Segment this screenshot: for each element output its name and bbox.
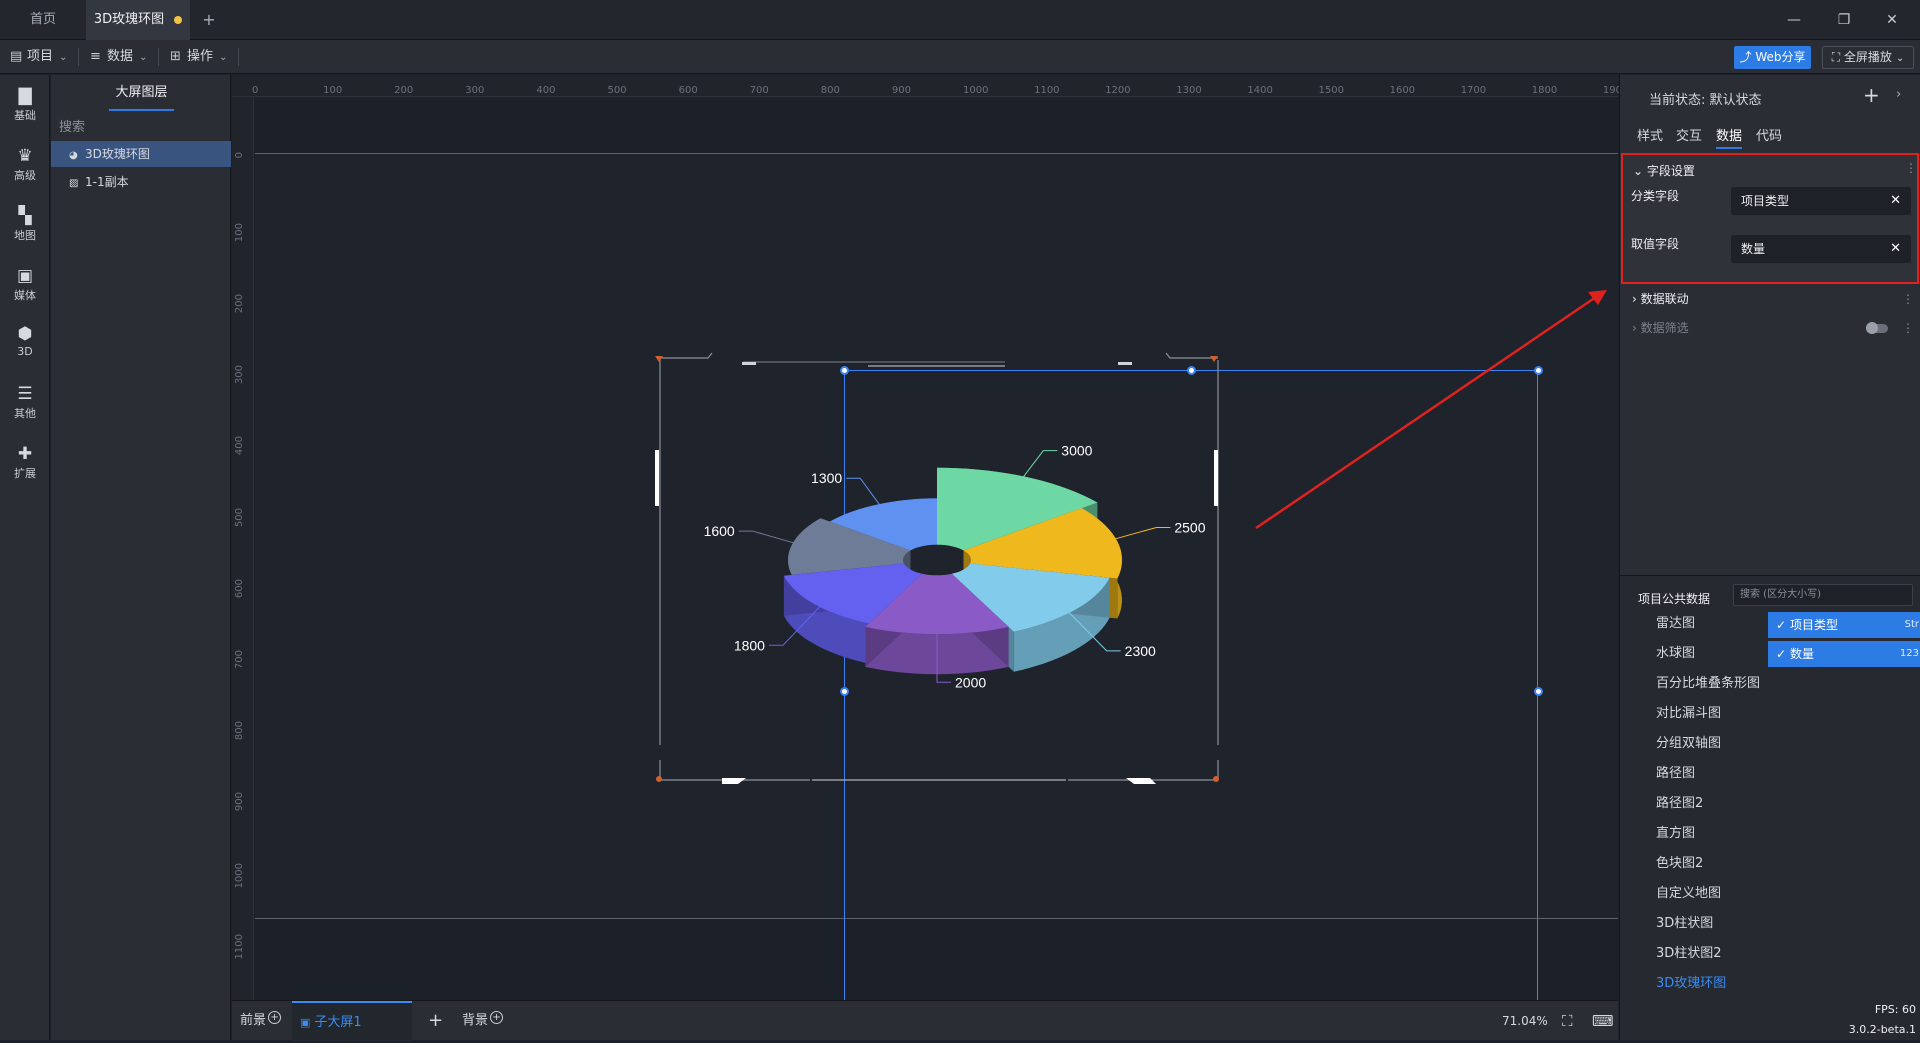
current-state-value: 默认状态 (1709, 93, 1762, 108)
value-field-label: 取值字段 (1631, 237, 1680, 251)
data-field-type: Str (1904, 619, 1919, 630)
data-filter-label: 数据筛选 (1640, 321, 1689, 335)
more-icon[interactable]: ⋮ (1902, 284, 1914, 314)
project-data-item[interactable]: 对比漏斗图 (1656, 702, 1721, 721)
category-field-label: 分类字段 (1631, 189, 1680, 203)
tab-style[interactable]: 样式 (1637, 125, 1663, 149)
check-icon: ✓ (1776, 647, 1787, 661)
data-field-type: 123 (1899, 648, 1919, 659)
foreground-label: 前景 (240, 1013, 267, 1028)
project-data-item[interactable]: 3D玫瑰环图 (1656, 972, 1726, 991)
current-state[interactable]: 当前状态: 默认状态 (1649, 89, 1762, 108)
tab-data[interactable]: 数据 (1716, 125, 1743, 149)
add-state-icon[interactable]: + (1863, 83, 1880, 107)
data-label: 1300 (811, 470, 842, 486)
chevron-right-icon: › (1632, 321, 1641, 335)
field-settings-title-label: 字段设置 (1646, 164, 1695, 178)
project-data-item[interactable]: 自定义地图 (1656, 882, 1721, 901)
project-data-item[interactable]: 路径图 (1656, 762, 1695, 781)
fps-counter: FPS: 60 (1874, 1003, 1916, 1016)
data-field-item[interactable]: ✓ 数量 123 (1768, 641, 1920, 667)
data-label: 3000 (1061, 443, 1092, 459)
project-data-item[interactable]: 水球图 (1656, 642, 1695, 661)
rose-ring-chart[interactable]: 3000 2500 2300 2000 1800 1600 1300 (704, 443, 1206, 691)
version-label: 3.0.2-beta.1 (1848, 1023, 1916, 1036)
data-label: 2000 (955, 674, 986, 690)
category-field-value: 项目类型 (1741, 194, 1790, 208)
data-label: 1800 (734, 637, 765, 653)
add-icon[interactable]: + (268, 1011, 282, 1024)
project-data-item[interactable]: 雷达图 (1656, 612, 1695, 631)
properties-panel: 当前状态: 默认状态 + › 样式 交互 数据 代码 ⌄ 字段设置 ⋮ 分类字段… (1619, 75, 1920, 1040)
data-label: 1600 (704, 523, 735, 539)
project-public-data: 项目公共数据 搜索 (区分大小写) 雷达图水球图百分比堆叠条形图 对比漏斗图分组双… (1620, 575, 1920, 1040)
field-settings-section: ⌄ 字段设置 ⋮ 分类字段 项目类型 ✕ 取值字段 数量 ✕ (1621, 153, 1919, 284)
zoom-level[interactable]: 71.04% (1502, 1001, 1548, 1041)
value-field-value: 数量 (1741, 242, 1766, 256)
field-settings-title[interactable]: ⌄ 字段设置 (1633, 162, 1695, 179)
decorative-frame (655, 352, 1219, 784)
background-tab[interactable]: 背景 + (462, 1001, 504, 1041)
keyboard-icon[interactable]: ⌨ (1592, 1001, 1614, 1041)
chevron-right-icon[interactable]: › (1896, 87, 1901, 102)
project-data-search-input[interactable]: 搜索 (区分大小写) (1733, 584, 1913, 606)
category-field-select[interactable]: 项目类型 ✕ (1731, 187, 1911, 215)
foreground-tab[interactable]: 前景 + (240, 1001, 282, 1041)
more-icon[interactable]: ⋮ (1905, 161, 1917, 175)
annotation-arrow (1255, 290, 1607, 530)
data-linkage-section[interactable]: › 数据联动 ⋮ (1620, 284, 1919, 314)
project-data-item[interactable]: 分组双轴图 (1656, 732, 1721, 751)
screen-tabs-bar: 前景 + ▣ 子大屏1 + 背景 + 71.04% ⛶ ⌨ (232, 1000, 1618, 1041)
clear-icon[interactable]: ✕ (1890, 235, 1901, 263)
project-data-title: 项目公共数据 (1638, 592, 1711, 606)
data-label: 2300 (1125, 643, 1156, 659)
background-label: 背景 (462, 1013, 489, 1028)
screen-icon: ▣ (300, 1016, 311, 1029)
subscreen-label: 子大屏1 (314, 1015, 362, 1030)
project-data-item[interactable]: 3D柱状图 (1656, 912, 1713, 931)
project-data-item[interactable]: 百分比堆叠条形图 (1656, 672, 1760, 691)
more-icon[interactable]: ⋮ (1902, 313, 1914, 343)
data-filter-section[interactable]: › 数据筛选 ⋮ (1620, 313, 1919, 343)
fit-screen-icon[interactable]: ⛶ (1562, 1001, 1573, 1041)
project-data-item[interactable]: 路径图2 (1656, 792, 1703, 811)
check-icon: ✓ (1776, 618, 1787, 632)
project-data-item[interactable]: 色块图2 (1656, 852, 1703, 871)
data-linkage-label: 数据联动 (1640, 292, 1689, 306)
data-label: 2500 (1174, 519, 1205, 535)
data-field-name: 数量 (1790, 647, 1815, 661)
add-icon[interactable]: + (490, 1011, 504, 1024)
data-field-name: 项目类型 (1790, 618, 1839, 632)
current-state-label: 当前状态: (1649, 93, 1706, 108)
add-screen-button[interactable]: + (428, 1001, 443, 1041)
project-data-item[interactable]: 直方图 (1656, 822, 1695, 841)
toggle-knob (1866, 322, 1878, 334)
data-field-item[interactable]: ✓ 项目类型 Str (1768, 612, 1920, 638)
value-field-select[interactable]: 数量 ✕ (1731, 235, 1911, 263)
tab-interaction[interactable]: 交互 (1676, 125, 1702, 149)
subscreen-tab[interactable]: ▣ 子大屏1 (292, 1001, 412, 1041)
chevron-right-icon: › (1632, 292, 1641, 306)
clear-icon[interactable]: ✕ (1890, 187, 1901, 215)
tab-code[interactable]: 代码 (1756, 125, 1782, 149)
project-data-item[interactable]: 3D柱状图2 (1656, 942, 1722, 961)
chevron-down-icon: ⌄ (1633, 164, 1647, 178)
data-filter-toggle[interactable] (1866, 322, 1888, 334)
